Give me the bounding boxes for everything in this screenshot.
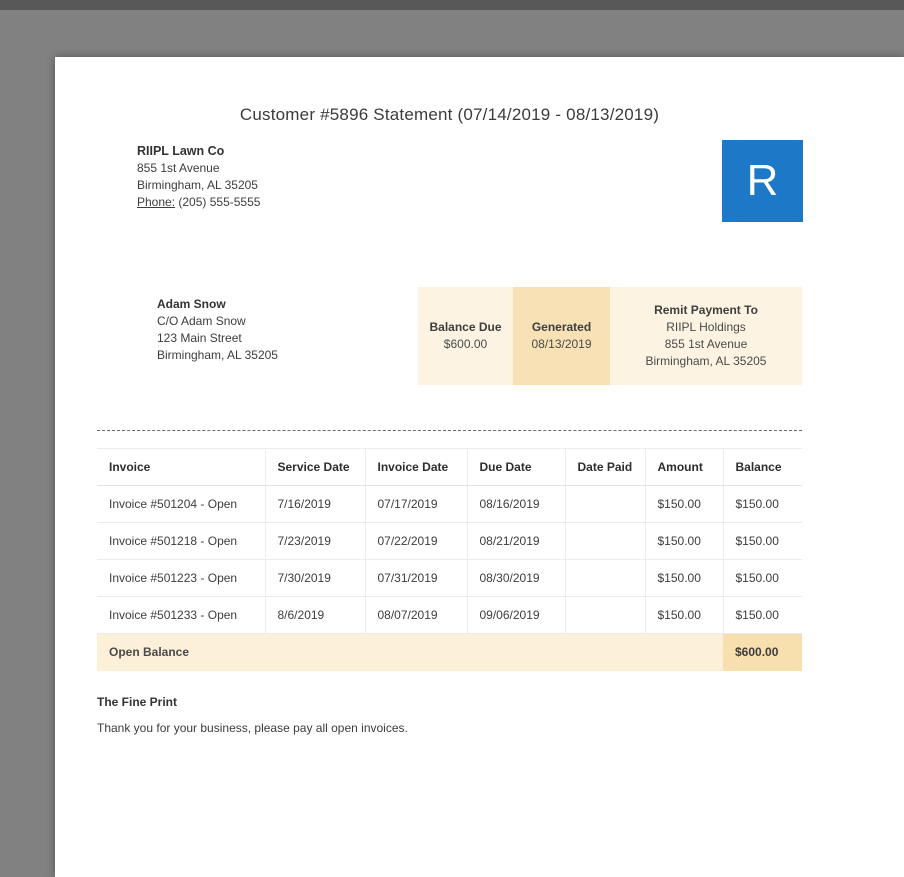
balance-due-value: $600.00 — [443, 337, 488, 351]
open-balance-label: Open Balance — [97, 633, 723, 671]
screen: { "page": { "title": "Customer #5896 Sta… — [0, 0, 904, 877]
date-paid-cell — [565, 522, 646, 560]
column-header-balance: Balance — [723, 448, 802, 486]
company-name: RIIPL Lawn Co — [137, 144, 225, 158]
due-date-cell: 08/21/2019 — [467, 522, 566, 560]
remit-name: RIIPL Holdings — [666, 320, 746, 334]
invoice-date-cell: 08/07/2019 — [365, 596, 468, 634]
column-header-due-date: Due Date — [467, 448, 566, 486]
column-header-date-paid: Date Paid — [565, 448, 646, 486]
generated-label: Generated — [531, 320, 592, 334]
company-address-line2: Birmingham, AL 35205 — [137, 178, 258, 192]
phone-label: Phone: — [137, 195, 176, 209]
column-header-invoice-date: Invoice Date — [365, 448, 468, 486]
page-title: Customer #5896 Statement (07/14/2019 - 0… — [239, 105, 660, 124]
table-row: Invoice #501223 - Open 7/30/2019 07/31/2… — [97, 559, 802, 597]
fine-print-heading: The Fine Print — [97, 695, 178, 709]
table-row: Invoice #501218 - Open 7/23/2019 07/22/2… — [97, 522, 802, 560]
customer-address-line1: 123 Main Street — [157, 331, 242, 345]
balance-due-label: Balance Due — [429, 320, 502, 334]
open-balance-total: $600.00 — [723, 633, 802, 671]
date-paid-cell — [565, 485, 646, 523]
dashed-divider — [97, 430, 802, 431]
date-paid-cell — [565, 559, 646, 597]
company-info-block: RIIPL Lawn Co 855 1st Avenue Birmingham,… — [137, 143, 260, 211]
balance-cell: $150.00 — [723, 596, 802, 634]
due-date-cell: 09/06/2019 — [467, 596, 566, 634]
service-date-cell: 8/6/2019 — [265, 596, 366, 634]
invoice-cell: Invoice #501223 - Open — [97, 559, 266, 597]
company-phone: Phone: (205) 555-5555 — [137, 194, 260, 211]
customer-address-line2: Birmingham, AL 35205 — [157, 348, 278, 362]
invoice-cell: Invoice #501218 - Open — [97, 522, 266, 560]
service-date-cell: 7/23/2019 — [265, 522, 366, 560]
amount-cell: $150.00 — [645, 559, 724, 597]
company-logo: R — [722, 140, 803, 222]
invoice-date-cell: 07/17/2019 — [365, 485, 468, 523]
customer-info-block: Adam Snow C/O Adam Snow 123 Main Street … — [157, 296, 278, 364]
amount-cell: $150.00 — [645, 485, 724, 523]
service-date-cell: 7/30/2019 — [265, 559, 366, 597]
column-header-service-date: Service Date — [265, 448, 366, 486]
table-row: Invoice #501233 - Open 8/6/2019 08/07/20… — [97, 596, 802, 634]
invoice-table: Invoice Service Date Invoice Date Due Da… — [97, 448, 802, 671]
customer-care-of: C/O Adam Snow — [157, 314, 246, 328]
logo-letter: R — [746, 156, 779, 205]
invoice-cell: Invoice #501233 - Open — [97, 596, 266, 634]
balance-cell: $150.00 — [723, 522, 802, 560]
window-top-edge — [0, 0, 904, 10]
balance-due-cell: Balance Due $600.00 — [418, 287, 513, 385]
balance-cell: $150.00 — [723, 559, 802, 597]
remit-address-line2: Birmingham, AL 35205 — [645, 354, 767, 368]
amount-cell: $150.00 — [645, 596, 724, 634]
service-date-cell: 7/16/2019 — [265, 485, 366, 523]
due-date-cell: 08/16/2019 — [467, 485, 566, 523]
customer-name: Adam Snow — [157, 297, 226, 311]
statement-summary: Balance Due $600.00 Generated 08/13/2019… — [418, 287, 802, 385]
statement-document: Customer #5896 Statement (07/14/2019 - 0… — [55, 57, 904, 877]
column-header-amount: Amount — [645, 448, 724, 486]
generated-value: 08/13/2019 — [531, 337, 592, 351]
remit-label: Remit Payment To — [654, 303, 758, 317]
fine-print-text: Thank you for your business, please pay … — [97, 721, 408, 735]
table-row: Invoice #501204 - Open 7/16/2019 07/17/2… — [97, 485, 802, 523]
date-paid-cell — [565, 596, 646, 634]
due-date-cell: 08/30/2019 — [467, 559, 566, 597]
generated-cell: Generated 08/13/2019 — [513, 287, 610, 385]
table-header-row: Invoice Service Date Invoice Date Due Da… — [97, 448, 802, 486]
invoice-cell: Invoice #501204 - Open — [97, 485, 266, 523]
balance-cell: $150.00 — [723, 485, 802, 523]
column-header-invoice: Invoice — [97, 448, 266, 486]
amount-cell: $150.00 — [645, 522, 724, 560]
invoice-date-cell: 07/31/2019 — [365, 559, 468, 597]
company-address-line1: 855 1st Avenue — [137, 161, 220, 175]
open-balance-row: Open Balance $600.00 — [97, 633, 802, 671]
remit-payment-cell: Remit Payment To RIIPL Holdings 855 1st … — [610, 287, 802, 385]
phone-number: (205) 555-5555 — [178, 195, 261, 209]
remit-address-line1: 855 1st Avenue — [664, 337, 748, 351]
invoice-date-cell: 07/22/2019 — [365, 522, 468, 560]
